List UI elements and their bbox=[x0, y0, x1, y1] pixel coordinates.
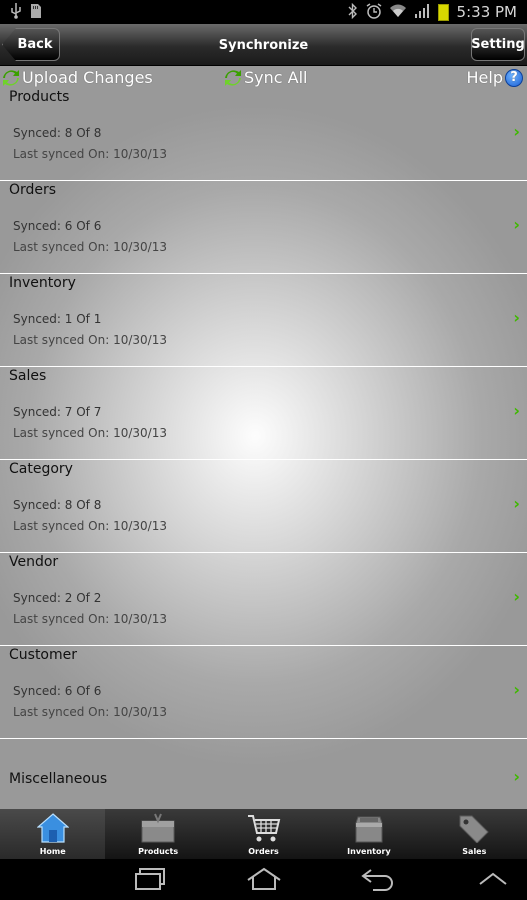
sync-row-products[interactable]: Products Synced: 8 Of 8 Last synced On: … bbox=[0, 88, 527, 181]
last-synced: Last synced On: 10/30/13 bbox=[13, 240, 167, 254]
back-button[interactable]: Back bbox=[2, 28, 60, 61]
help-label: Help bbox=[466, 68, 503, 87]
bluetooth-icon bbox=[348, 2, 358, 22]
chevron-right-icon: › bbox=[513, 308, 520, 327]
sd-card-icon bbox=[30, 3, 42, 22]
tab-label: Home bbox=[39, 847, 66, 856]
page-title: Synchronize bbox=[218, 37, 309, 53]
synced-count: Synced: 8 Of 8 bbox=[13, 498, 102, 512]
home-icon bbox=[36, 813, 70, 845]
sync-list-panel: Upload Changes Sync All Help ? Products … bbox=[0, 66, 527, 809]
chevron-right-icon: › bbox=[513, 122, 520, 141]
tab-orders[interactable]: Orders bbox=[211, 809, 316, 859]
synced-count: Synced: 7 Of 7 bbox=[13, 405, 102, 419]
help-button[interactable]: Help ? bbox=[467, 68, 523, 87]
last-synced: Last synced On: 10/30/13 bbox=[13, 147, 167, 161]
row-title: Vendor bbox=[9, 554, 59, 570]
row-title: Category bbox=[9, 461, 73, 477]
tab-products[interactable]: Products bbox=[105, 809, 210, 859]
sync-all-label: Sync All bbox=[244, 68, 308, 87]
tab-label: Sales bbox=[462, 847, 487, 856]
status-bar: 5:33 PM bbox=[0, 0, 527, 24]
tab-sales[interactable]: Sales bbox=[422, 809, 527, 859]
chevron-right-icon: › bbox=[513, 215, 520, 234]
help-icon: ? bbox=[505, 68, 523, 87]
battery-icon bbox=[437, 3, 449, 21]
back-nav-icon[interactable] bbox=[361, 867, 395, 895]
chevron-up-icon[interactable] bbox=[478, 871, 508, 890]
synced-count: Synced: 2 Of 2 bbox=[13, 591, 102, 605]
sync-row-sales[interactable]: Sales Synced: 7 Of 7 Last synced On: 10/… bbox=[0, 367, 527, 460]
recent-apps-icon[interactable] bbox=[134, 867, 166, 895]
tab-inventory[interactable]: Inventory bbox=[316, 809, 421, 859]
tab-label: Products bbox=[138, 847, 179, 856]
signal-icon bbox=[414, 3, 430, 22]
bottom-tab-bar: Home Products Orders Inventory Sales bbox=[0, 809, 527, 859]
synced-count: Synced: 8 Of 8 bbox=[13, 126, 102, 140]
row-title: Products bbox=[9, 89, 70, 105]
sync-arrows-icon bbox=[2, 69, 20, 87]
last-synced: Last synced On: 10/30/13 bbox=[13, 333, 167, 347]
setting-button[interactable]: Setting bbox=[471, 28, 525, 61]
tab-label: Orders bbox=[248, 847, 279, 856]
wifi-icon bbox=[389, 4, 406, 21]
last-synced: Last synced On: 10/30/13 bbox=[13, 519, 167, 533]
row-title: Orders bbox=[9, 182, 57, 198]
sync-all-button[interactable]: Sync All bbox=[224, 68, 307, 87]
clock: 5:33 PM bbox=[456, 3, 517, 21]
cart-icon bbox=[247, 813, 281, 845]
synced-count: Synced: 6 Of 6 bbox=[13, 219, 102, 233]
inventory-icon bbox=[354, 813, 384, 845]
upload-changes-label: Upload Changes bbox=[22, 68, 153, 87]
tab-label: Inventory bbox=[347, 847, 391, 856]
chevron-right-icon: › bbox=[513, 680, 520, 699]
row-title: Miscellaneous bbox=[9, 771, 108, 787]
row-title: Sales bbox=[9, 368, 47, 384]
sync-row-vendor[interactable]: Vendor Synced: 2 Of 2 Last synced On: 10… bbox=[0, 553, 527, 646]
row-title: Inventory bbox=[9, 275, 76, 291]
misc-row[interactable]: Miscellaneous › bbox=[0, 739, 527, 809]
sync-arrows-icon bbox=[224, 69, 242, 87]
chevron-right-icon: › bbox=[513, 587, 520, 606]
title-bar: Back Synchronize Setting bbox=[0, 24, 527, 66]
last-synced: Last synced On: 10/30/13 bbox=[13, 612, 167, 626]
synced-count: Synced: 6 Of 6 bbox=[13, 684, 102, 698]
sync-row-category[interactable]: Category Synced: 8 Of 8 Last synced On: … bbox=[0, 460, 527, 553]
sync-row-orders[interactable]: Orders Synced: 6 Of 6 Last synced On: 10… bbox=[0, 181, 527, 274]
chevron-right-icon: › bbox=[513, 401, 520, 420]
synced-count: Synced: 1 Of 1 bbox=[13, 312, 102, 326]
tag-icon bbox=[458, 813, 490, 845]
alarm-icon bbox=[366, 2, 382, 22]
chevron-right-icon: › bbox=[513, 767, 520, 786]
chevron-right-icon: › bbox=[513, 494, 520, 513]
last-synced: Last synced On: 10/30/13 bbox=[13, 705, 167, 719]
upload-changes-button[interactable]: Upload Changes bbox=[2, 68, 153, 87]
box-icon bbox=[140, 813, 176, 845]
row-title: Customer bbox=[9, 647, 78, 663]
sync-row-inventory[interactable]: Inventory Synced: 1 Of 1 Last synced On:… bbox=[0, 274, 527, 367]
home-nav-icon[interactable] bbox=[246, 867, 282, 895]
usb-icon bbox=[10, 2, 22, 22]
system-nav-bar bbox=[0, 859, 527, 900]
sync-row-customer[interactable]: Customer Synced: 6 Of 6 Last synced On: … bbox=[0, 646, 527, 739]
tab-home[interactable]: Home bbox=[0, 809, 106, 859]
last-synced: Last synced On: 10/30/13 bbox=[13, 426, 167, 440]
